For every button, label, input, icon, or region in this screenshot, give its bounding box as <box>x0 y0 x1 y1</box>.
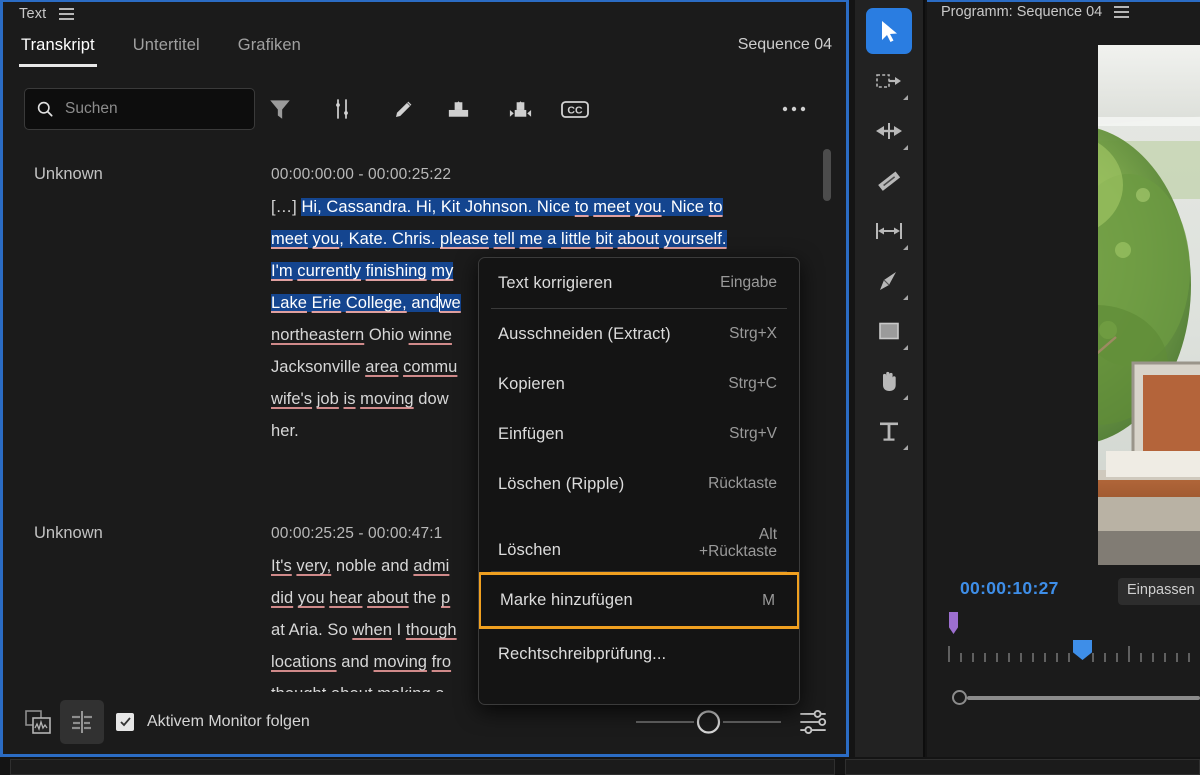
search-icon <box>37 101 53 117</box>
program-monitor-titlebar: Programm: Sequence 04 <box>941 4 1130 20</box>
bottom-panel-right <box>845 759 1200 775</box>
menu-item-label: Löschen (Ripple) <box>498 474 625 493</box>
follow-monitor-label: Aktivem Monitor folgen <box>147 712 310 730</box>
settings-sliders-icon[interactable] <box>798 707 828 737</box>
panel-title: Text <box>19 6 47 22</box>
zoom-knob[interactable] <box>952 690 967 705</box>
program-monitor-timecode[interactable]: 00:00:10:27 <box>960 578 1059 599</box>
program-monitor-ruler[interactable] <box>945 640 1200 666</box>
hand-tool[interactable] <box>866 358 912 404</box>
search-input[interactable]: Suchen <box>24 88 255 130</box>
pencil-edit-icon[interactable] <box>383 88 425 130</box>
text-panel-titlebar: Text <box>3 2 846 26</box>
transcript-line[interactable]: […] Hi, Cassandra. Hi, Kit Johnson. Nice… <box>271 191 843 223</box>
sequence-label: Sequence 04 <box>737 36 832 53</box>
menu-item-shortcut: Strg+V <box>729 425 777 442</box>
split-clips-icon[interactable] <box>499 88 541 130</box>
clip-view-icon[interactable] <box>16 700 60 744</box>
sort-icon[interactable] <box>321 88 363 130</box>
program-monitor-title: Programm: Sequence 04 <box>941 4 1103 20</box>
menu-item-label: Löschen <box>498 541 562 559</box>
bottom-panel-left <box>10 759 835 775</box>
menu-item-kopieren[interactable]: Kopieren Strg+C <box>479 359 799 409</box>
menu-item-label: Einfügen <box>498 424 564 443</box>
hamburger-icon[interactable] <box>1114 6 1130 18</box>
zoom-slider[interactable] <box>636 709 781 735</box>
razor-tool[interactable] <box>866 158 912 204</box>
hamburger-icon[interactable] <box>59 8 75 20</box>
tab-untertitel[interactable]: Untertitel <box>133 36 200 67</box>
follow-monitor-checkbox[interactable] <box>116 712 134 731</box>
menu-item-text-korrigieren[interactable]: Text korrigieren Eingabe <box>479 258 799 308</box>
text-panel-tabs: Transkript Untertitel Grafiken <box>3 28 846 74</box>
menu-item-shortcut: Eingabe <box>720 274 777 291</box>
speaker-name[interactable]: Unknown <box>34 165 103 184</box>
zoom-track[interactable] <box>967 696 1200 700</box>
menu-item-einfuegen[interactable]: Einfügen Strg+V <box>479 409 799 459</box>
track-select-forward-tool[interactable] <box>866 58 912 104</box>
menu-item-label: Kopieren <box>498 374 565 393</box>
context-menu: Text korrigieren Eingabe Ausschneiden (E… <box>478 257 800 705</box>
menu-item-marke-hinzufuegen[interactable]: Marke hinzufügen M <box>479 572 799 629</box>
menu-item-shortcut: Rücktaste <box>708 475 777 492</box>
search-placeholder: Suchen <box>65 100 118 117</box>
transcript-scrollbar[interactable] <box>823 149 831 201</box>
tab-transkript[interactable]: Transkript <box>19 36 97 67</box>
more-options-icon[interactable] <box>773 88 815 130</box>
menu-item-shortcut: Strg+X <box>729 325 777 342</box>
type-tool[interactable] <box>866 408 912 454</box>
speaker-name[interactable]: Unknown <box>34 524 103 543</box>
window-bottom-strip <box>0 757 1200 775</box>
tab-grafiken[interactable]: Grafiken <box>238 36 301 67</box>
menu-item-rechtschreibpruefung[interactable]: Rechtschreibprüfung... <box>479 629 799 679</box>
menu-item-shortcut: Alt +Rücktaste <box>699 526 777 560</box>
menu-item-label: Rechtschreibprüfung... <box>498 644 667 663</box>
menu-item-loeschen[interactable]: Löschen Alt +Rücktaste <box>479 509 799 571</box>
transcript-line[interactable]: meet you, Kate. Chris. please tell me a … <box>271 223 843 255</box>
closed-captions-icon[interactable]: CC <box>554 88 596 130</box>
transcript-toolbar: Suchen CC <box>3 84 846 136</box>
rectangle-tool[interactable] <box>866 308 912 354</box>
pen-tool[interactable] <box>866 258 912 304</box>
menu-item-ausschneiden[interactable]: Ausschneiden (Extract) Strg+X <box>479 309 799 359</box>
menu-item-loeschen-ripple[interactable]: Löschen (Ripple) Rücktaste <box>479 459 799 509</box>
menu-item-shortcut: M <box>762 591 775 609</box>
program-monitor-video[interactable] <box>1098 45 1200 565</box>
svg-text:CC: CC <box>567 105 583 117</box>
menu-item-shortcut: Strg+C <box>728 375 777 392</box>
zoom-scrollbar[interactable] <box>950 690 1200 706</box>
tools-panel <box>855 0 925 775</box>
menu-item-label: Text korrigieren <box>498 273 613 292</box>
ripple-edit-tool[interactable] <box>866 108 912 154</box>
selection-tool[interactable] <box>866 8 912 54</box>
menu-item-label: Ausschneiden (Extract) <box>498 324 671 343</box>
slip-tool[interactable] <box>866 208 912 254</box>
fit-button[interactable]: Einpassen <box>1118 578 1200 605</box>
transcript-timecode: 00:00:00:00 - 00:00:25:22 <box>271 166 452 183</box>
merge-clips-icon[interactable] <box>437 88 479 130</box>
filter-icon[interactable] <box>259 88 301 130</box>
transcript-view-icon[interactable] <box>60 699 104 744</box>
menu-item-label: Marke hinzufügen <box>500 591 633 609</box>
